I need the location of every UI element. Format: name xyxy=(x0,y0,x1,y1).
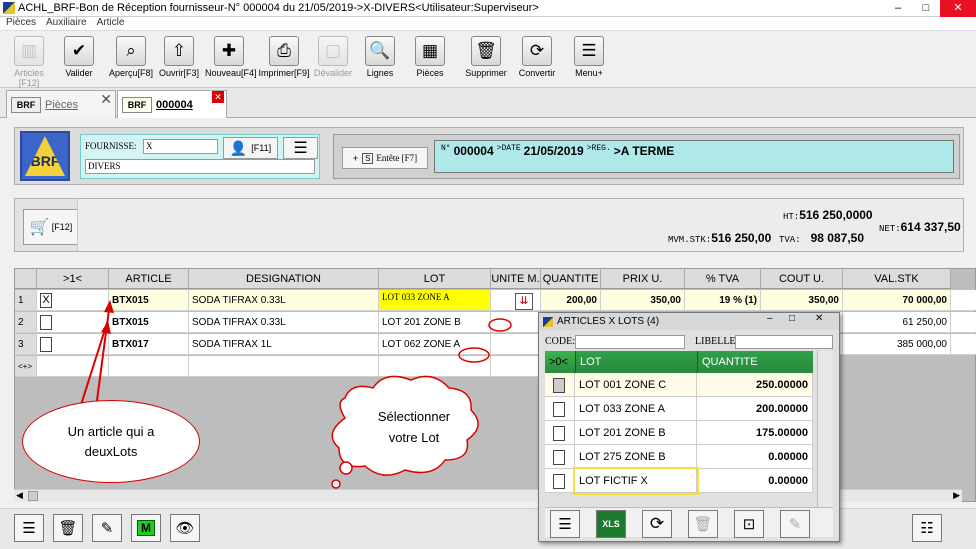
annotation-arrow xyxy=(95,301,111,409)
annotation-left-text: Un article qui a deuxLots xyxy=(67,423,155,459)
annotation-mark xyxy=(488,318,512,332)
annotation-cloud-bubble xyxy=(339,461,353,475)
annotation-mark xyxy=(458,347,490,363)
annotation-arrow xyxy=(79,322,108,409)
annotation-cloud-bubble xyxy=(331,479,341,489)
annotation-cloud-text: Sélectionner votre Lot xyxy=(377,409,451,445)
annotation-left-callout: Un article qui a deuxLots xyxy=(22,400,200,483)
